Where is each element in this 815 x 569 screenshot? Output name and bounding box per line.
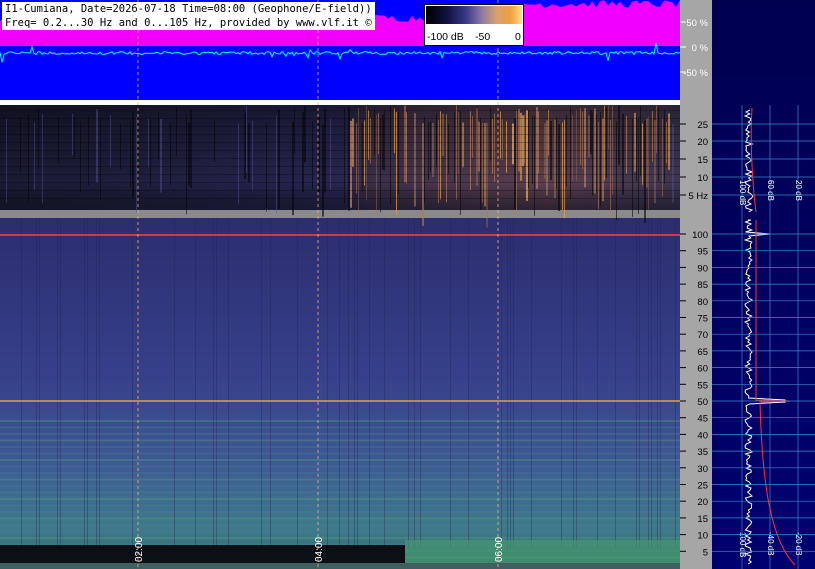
color-scale-max-label: 0 (515, 31, 521, 43)
profile-scale-label: 100 dB (738, 532, 747, 557)
color-scale-min-label: -100 dB (427, 31, 464, 43)
spectrogram-canvas: 02:00 04:00 06:00 100 dB 60 dB 20 dB 100 dB -4… (0, 0, 815, 569)
spectrogram-viewer: 02:00 04:00 06:00 100 dB 60 dB 20 dB 100 dB -4… (0, 0, 815, 569)
high-frequency-tick-label: 75 (697, 314, 708, 325)
waveform-axis-label: 0 % (692, 43, 709, 54)
profile-scale-label: -40 dB (766, 532, 775, 556)
waveform-axis-label: 50 % (686, 18, 708, 29)
profile-scale-label: 60 dB (766, 180, 775, 201)
low-frequency-tick-label: 15 (697, 155, 708, 166)
color-scale-gradient (426, 6, 522, 24)
high-frequency-tick-label: 40 (697, 430, 708, 441)
time-mark-label: 04:00 (314, 537, 325, 562)
high-frequency-tick-label: 95 (697, 247, 708, 258)
high-frequency-tick-label: 100 (692, 230, 708, 241)
profile-scale-label: -20 dB (794, 532, 803, 556)
color-scale-legend: -100 dB -50 0 (424, 4, 524, 46)
high-frequency-tick-label: 5 (703, 547, 708, 558)
high-frequency-tick-label: 65 (697, 347, 708, 358)
low-frequency-tick-label: 25 (697, 120, 708, 131)
waveform-axis-label: -50 % (683, 68, 708, 79)
spectrum-profile-panel (712, 0, 815, 569)
high-frequency-tick-label: 10 (697, 531, 708, 542)
high-frequency-tick-label: 35 (697, 447, 708, 458)
header-line-2: Freq= 0.2...30 Hz and 0...105 Hz, provid… (5, 17, 372, 29)
high-frequency-tick-label: 15 (697, 514, 708, 525)
high-frequency-tick-label: 30 (697, 464, 708, 475)
time-mark-label: 06:00 (494, 537, 505, 562)
high-frequency-tick-label: 55 (697, 380, 708, 391)
high-frequency-tick-label: 80 (697, 297, 708, 308)
color-scale-mid-label: -50 (475, 31, 491, 43)
high-frequency-tick-label: 20 (697, 497, 708, 508)
high-frequency-tick-label: 45 (697, 414, 708, 425)
high-frequency-tick-label: 85 (697, 280, 708, 291)
time-mark-label: 02:00 (134, 537, 145, 562)
low-frequency-tick-label: 10 (697, 173, 708, 184)
low-frequency-tick-label: 5 Hz (688, 191, 708, 202)
profile-scale-label: 100 dB (738, 180, 747, 205)
profile-scale-label: 20 dB (794, 180, 803, 201)
high-frequency-tick-label: 90 (697, 263, 708, 274)
header-line-1: I1-Cumiana, Date=2026-07-18 Time=08:00 (… (5, 3, 372, 15)
high-frequency-tick-label: 25 (697, 481, 708, 492)
low-frequency-tick-label: 20 (697, 137, 708, 148)
high-frequency-tick-label: 60 (697, 364, 708, 375)
high-frequency-tick-label: 70 (697, 330, 708, 341)
header-caption: I1-Cumiana, Date=2026-07-18 Time=08:00 (… (2, 2, 375, 30)
high-frequency-tick-label: 50 (697, 397, 708, 408)
